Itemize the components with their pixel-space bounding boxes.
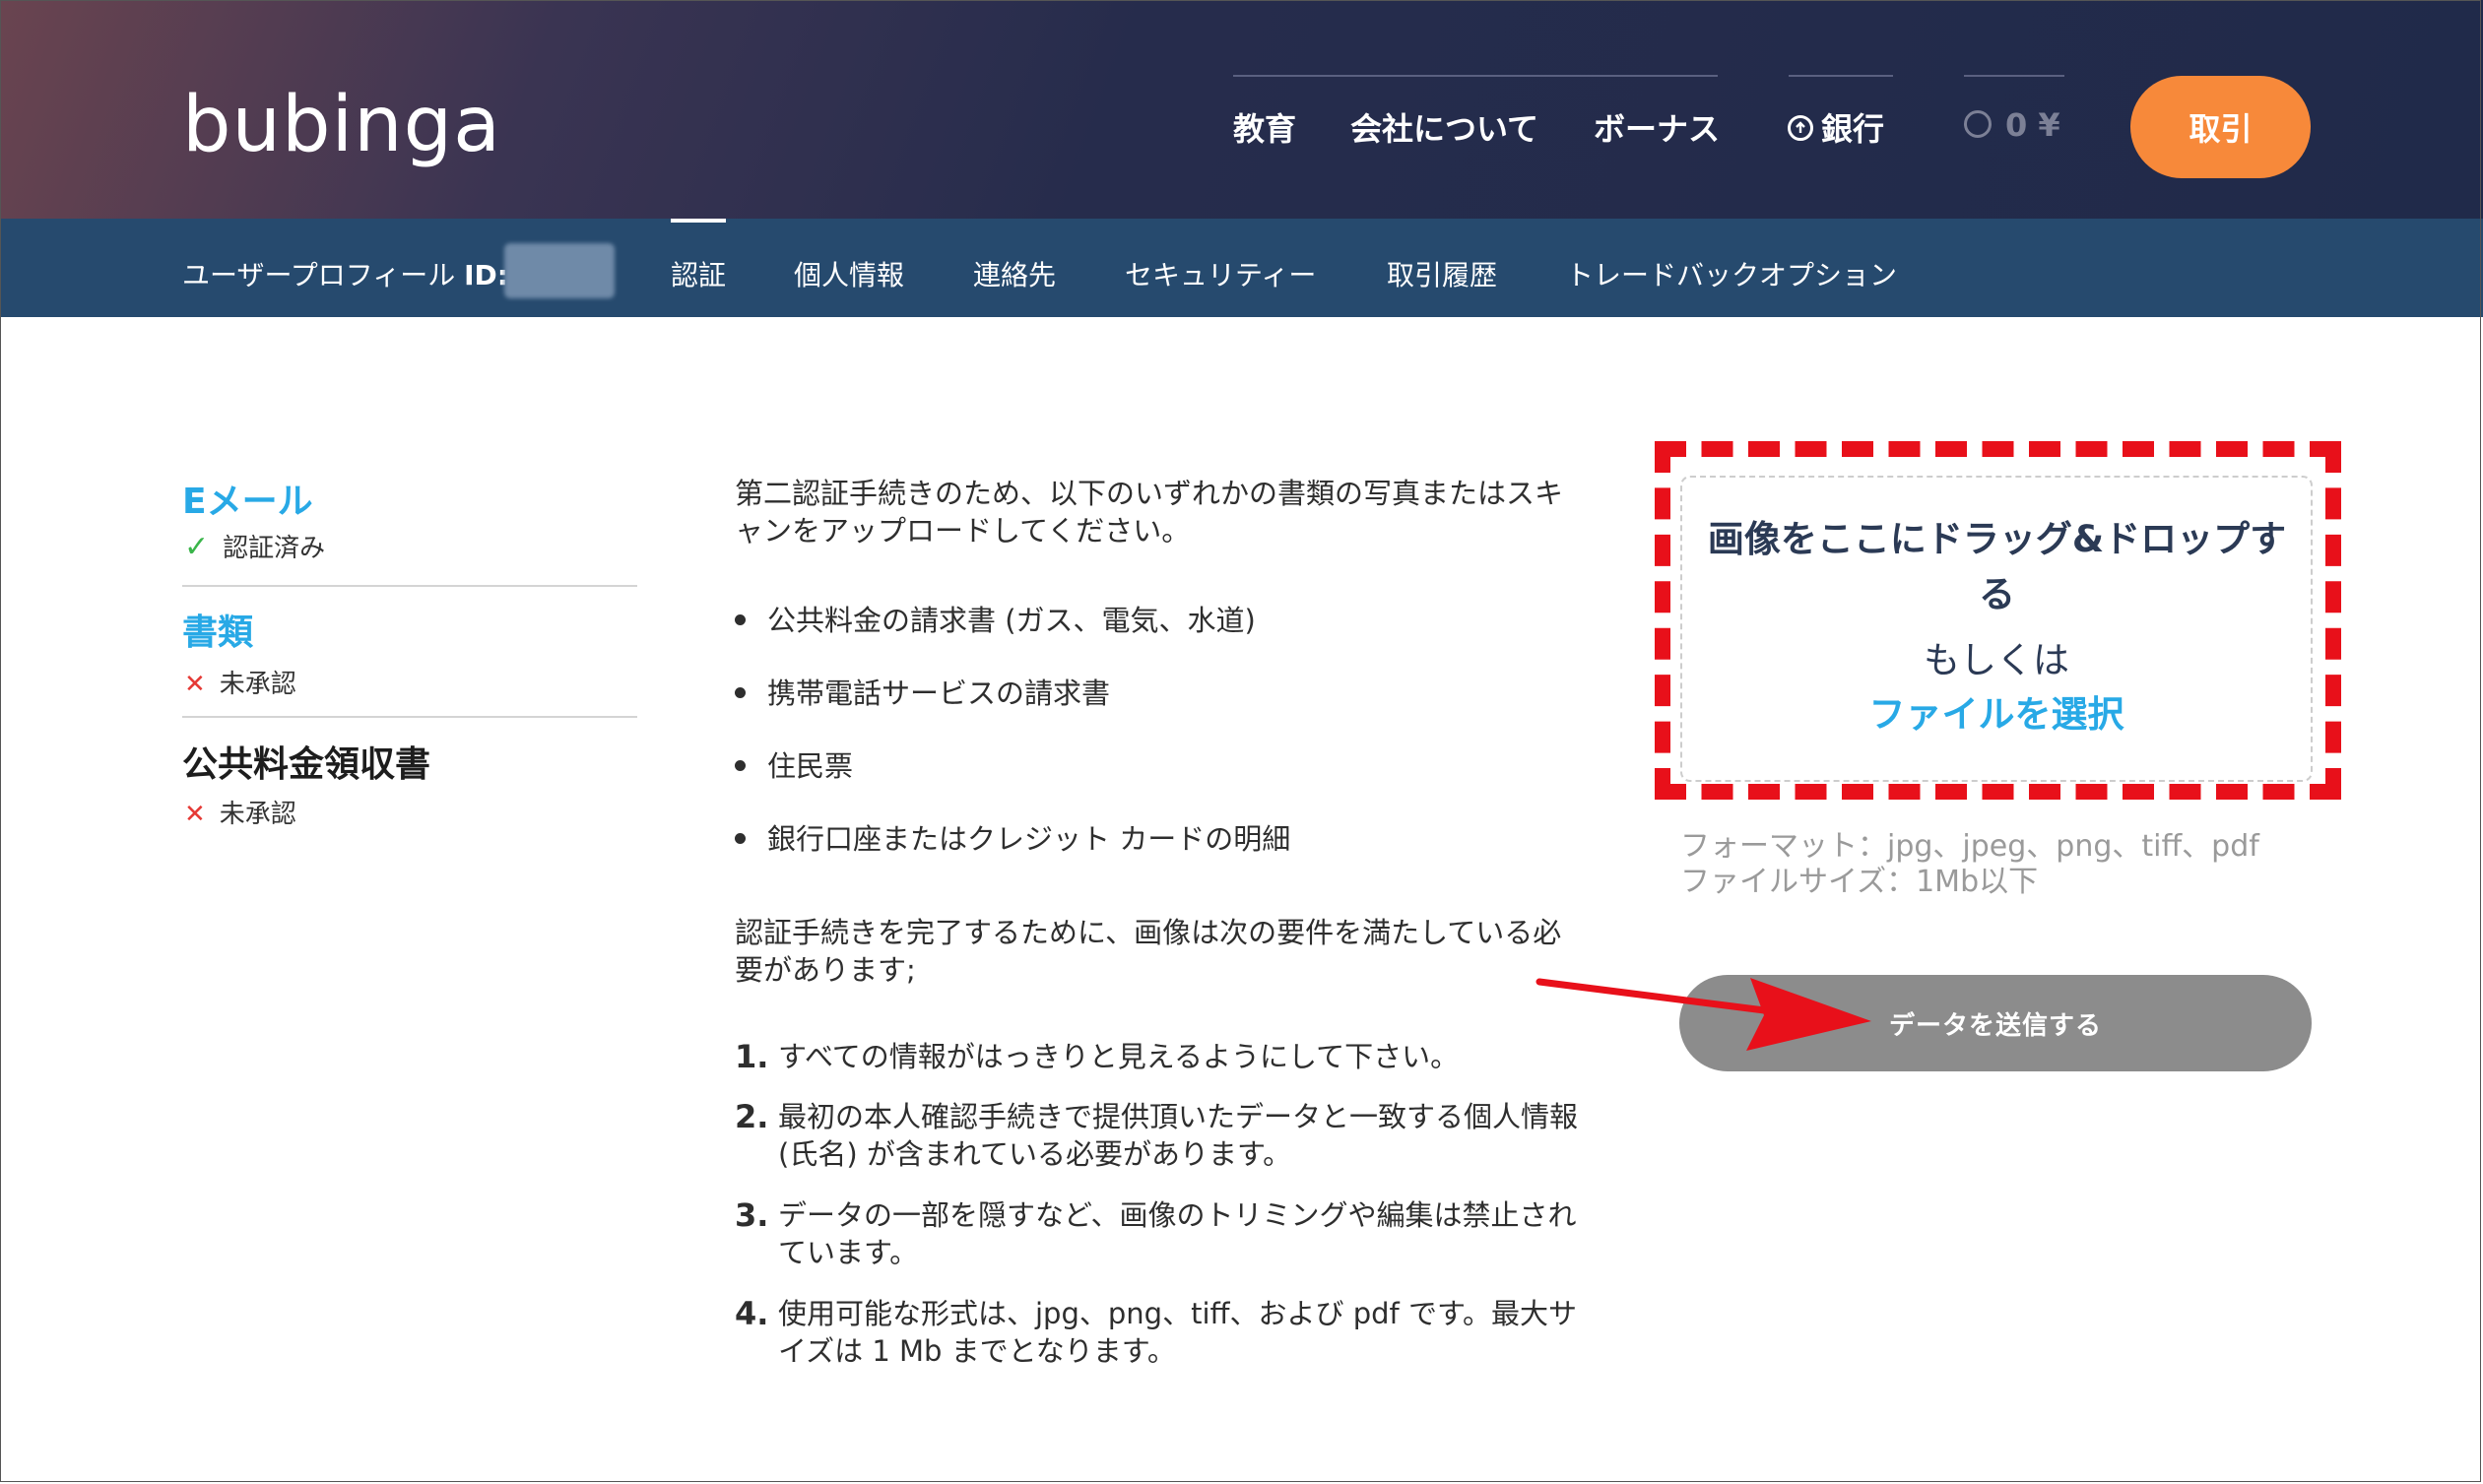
requirement-item: 4. 使用可能な形式は、jpg、png、tiff、および pdf です。最大サイズ…	[735, 1295, 1582, 1370]
tab-personal-info[interactable]: 個人情報	[794, 254, 904, 293]
trade-button[interactable]: 取引	[2130, 76, 2311, 178]
requirement-text: データの一部を隠すなど、画像のトリミングや編集は禁止されています。	[778, 1198, 1577, 1269]
upload-circle-icon	[1788, 115, 1813, 141]
tab-tradeback-options[interactable]: トレードバックオプション	[1566, 254, 1897, 293]
requirement-number: 4.	[735, 1295, 769, 1332]
utility-receipt-status-text: 未承認	[219, 800, 296, 829]
list-item: 銀行口座またはクレジット カードの明細	[735, 816, 1290, 858]
list-item-text: 携帯電話サービスの請求書	[767, 677, 1111, 710]
documents-status-text: 未承認	[219, 670, 296, 699]
profile-label: ユーザープロフィール	[182, 259, 456, 291]
tab-trade-history[interactable]: 取引履歴	[1387, 254, 1497, 293]
email-title[interactable]: Eメール	[182, 473, 313, 524]
site-header: bubinga 教育 会社について ボーナス 銀行 0 ¥ 取引	[0, 0, 2483, 219]
list-item: 住民票	[735, 743, 853, 785]
list-item-text: 銀行口座またはクレジット カードの明細	[767, 822, 1291, 856]
cross-icon: ✕	[184, 800, 206, 829]
nav-divider	[1789, 75, 1893, 77]
intro-text: 第二認証手続きのため、以下のいずれかの書類の写真またはスキャンをアップロードして…	[735, 477, 1564, 548]
requirement-text: すべての情報がはっきりと見えるようにして下さい。	[778, 1040, 1460, 1073]
utility-receipt-status: ✕ 未承認	[184, 794, 296, 830]
requirement-item: 1. すべての情報がはっきりと見えるようにして下さい。	[735, 1038, 1582, 1075]
check-icon: ✓	[184, 530, 210, 564]
id-label: ID:	[464, 259, 508, 291]
cross-icon: ✕	[184, 670, 206, 699]
account-balance[interactable]: 0 ¥	[1964, 106, 2060, 144]
tab-contacts[interactable]: 連絡先	[973, 254, 1056, 293]
nav-divider	[1233, 75, 1718, 77]
nav-divider	[1964, 75, 2064, 77]
divider	[182, 716, 637, 718]
pointer-arrow-annotation	[1536, 978, 1871, 1051]
profile-id-label: ユーザープロフィール ID:	[182, 254, 508, 293]
logo[interactable]: bubinga	[182, 81, 501, 169]
nav-education[interactable]: 教育	[1233, 104, 1296, 150]
user-icon	[1964, 110, 1992, 138]
nav-about-company[interactable]: 会社について	[1350, 104, 1538, 150]
nav-bonus[interactable]: ボーナス	[1594, 104, 1720, 150]
list-item: 携帯電話サービスの請求書	[735, 671, 1110, 712]
user-id-redacted	[504, 243, 615, 298]
requirement-text: 使用可能な形式は、jpg、png、tiff、および pdf です。最大サイズは …	[778, 1297, 1578, 1368]
tab-verification[interactable]: 認証	[671, 219, 727, 293]
email-status-text: 認証済み	[223, 534, 326, 563]
tab-security[interactable]: セキュリティー	[1125, 254, 1316, 293]
list-item: 公共料金の請求書 (ガス、電気、水道)	[735, 598, 1256, 639]
list-item-text: 公共料金の請求書 (ガス、電気、水道)	[767, 604, 1256, 637]
size-hint: ファイルサイズ：1Mb以下	[1680, 865, 2039, 899]
requirements-intro: 認証手続きを完了するために、画像は次の要件を満たしている必要があります;	[735, 916, 1562, 987]
requirement-number: 1.	[735, 1038, 769, 1075]
highlight-annotation	[1655, 441, 2341, 800]
divider	[182, 585, 637, 587]
requirement-item: 3. データの一部を隠すなど、画像のトリミングや編集は禁止されています。	[735, 1196, 1582, 1271]
requirement-number: 2.	[735, 1098, 769, 1135]
nav-bank[interactable]: 銀行	[1788, 104, 1884, 150]
requirement-text: 最初の本人確認手続きで提供頂いたデータと一致する個人情報(氏名) が含まれている…	[778, 1100, 1579, 1171]
email-status: ✓ 認証済み	[184, 528, 325, 564]
documents-title[interactable]: 書類	[182, 604, 253, 655]
documents-status: ✕ 未承認	[184, 664, 296, 700]
bank-label: 銀行	[1821, 110, 1885, 148]
list-item-text: 住民票	[767, 749, 854, 783]
balance-value: 0 ¥	[2005, 106, 2060, 144]
requirement-item: 2. 最初の本人確認手続きで提供頂いたデータと一致する個人情報(氏名) が含まれて…	[735, 1098, 1582, 1173]
utility-receipt-title[interactable]: 公共料金領収書	[182, 736, 430, 787]
requirement-number: 3.	[735, 1196, 769, 1234]
